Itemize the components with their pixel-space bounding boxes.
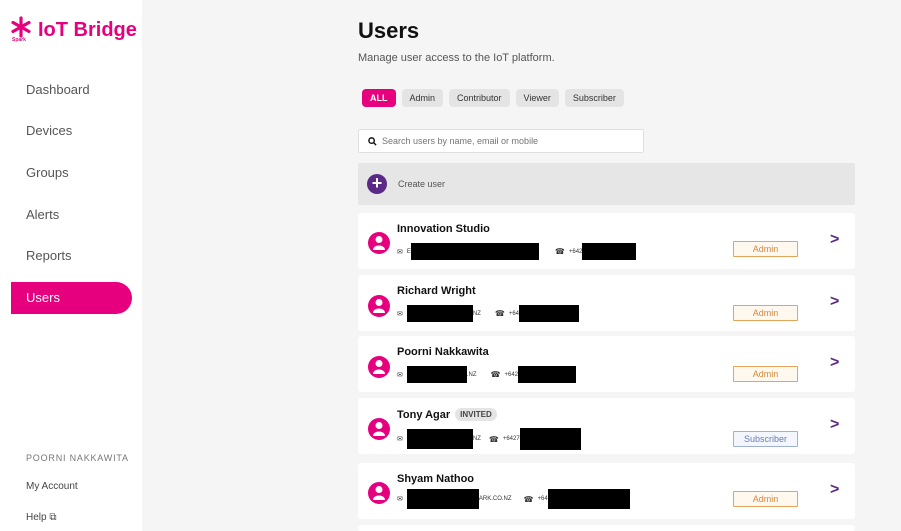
filter-subscriber[interactable]: Subscriber xyxy=(564,89,624,107)
filter-all[interactable]: ALL xyxy=(362,89,396,107)
search-icon xyxy=(368,136,377,146)
chevron-right-icon[interactable]: > xyxy=(830,354,839,372)
plus-icon: + xyxy=(367,174,387,194)
sidebar: Spark IoT Bridge Dashboard Devices Group… xyxy=(0,0,142,531)
spark-logo-icon: Spark xyxy=(10,16,34,46)
search-box xyxy=(358,129,644,153)
sidebar-item-devices[interactable]: Devices xyxy=(11,115,132,147)
sidebar-item-alerts[interactable]: Alerts xyxy=(11,199,132,231)
user-name: Tony Agar INVITED xyxy=(397,408,497,421)
user-card[interactable]: Poorni Nakkawita ✉ .NZ ☎ +642 Admin > xyxy=(358,336,855,392)
sidebar-item-users[interactable]: Users xyxy=(11,282,132,314)
redacted-phone xyxy=(519,305,580,322)
user-name: Shyam Nathoo xyxy=(397,473,475,485)
redacted-email xyxy=(406,305,473,322)
role-badge: Admin xyxy=(733,366,798,382)
user-avatar-icon xyxy=(368,295,390,317)
phone-icon: ☎ xyxy=(488,434,499,444)
chevron-right-icon[interactable]: > xyxy=(830,416,839,434)
page-subtitle: Manage user access to the IoT platform. xyxy=(358,52,555,64)
create-user-label: Create user xyxy=(398,179,446,189)
user-avatar-icon xyxy=(368,418,390,440)
sidebar-item-groups[interactable]: Groups xyxy=(11,157,132,189)
phone-icon: ☎ xyxy=(523,494,534,504)
phone-icon: ☎ xyxy=(554,247,565,256)
redacted-phone xyxy=(519,428,581,450)
my-account-link[interactable]: My Account xyxy=(26,481,78,492)
mail-icon: ✉ xyxy=(397,248,403,256)
user-phone-prefix: +642 xyxy=(568,248,583,255)
user-phone-prefix: +6427 xyxy=(502,436,520,442)
filter-viewer[interactable]: Viewer xyxy=(515,89,559,107)
redacted-phone xyxy=(547,489,630,509)
role-badge: Subscriber xyxy=(733,431,798,447)
user-contact: ✉ .NZ ☎ +642 xyxy=(397,366,577,383)
user-phone-prefix: +642 xyxy=(504,371,519,378)
user-avatar-icon xyxy=(368,356,390,378)
app-title: IoT Bridge xyxy=(38,19,137,41)
chevron-right-icon[interactable]: > xyxy=(830,481,839,499)
user-card[interactable] xyxy=(358,525,855,531)
redacted-phone xyxy=(582,243,637,260)
user-avatar-icon xyxy=(368,482,390,504)
create-user-button[interactable]: + Create user xyxy=(358,163,855,205)
redacted-email xyxy=(406,429,473,449)
user-email-suffix: .NZ xyxy=(466,371,477,378)
help-link[interactable]: Help ⧉ xyxy=(26,512,57,523)
chevron-right-icon[interactable]: > xyxy=(830,231,839,249)
sidebar-item-dashboard[interactable]: Dashboard xyxy=(11,74,132,106)
user-card[interactable]: Richard Wright ✉ NZ ☎ +64 Admin > xyxy=(358,275,855,331)
user-email-suffix: NZ xyxy=(472,310,481,317)
user-email-suffix: NZ xyxy=(472,436,481,442)
user-name: Innovation Studio xyxy=(397,223,490,235)
user-avatar-icon xyxy=(368,232,390,254)
mail-icon: ✉ xyxy=(397,310,403,318)
page-title: Users xyxy=(358,18,420,43)
user-card[interactable]: Tony Agar INVITED ✉ NZ ☎ +6427 Subscribe… xyxy=(358,398,855,454)
user-card[interactable]: Innovation Studio ✉ E ☎ +642 Admin > xyxy=(358,213,855,269)
user-email-suffix: ARK.CO.NZ xyxy=(478,496,512,502)
role-badge: Admin xyxy=(733,305,798,321)
redacted-email xyxy=(406,489,479,509)
user-phone-prefix: +64 xyxy=(508,310,520,317)
logo-sub: Spark xyxy=(12,37,26,43)
redacted-email xyxy=(406,366,467,383)
role-badge: Admin xyxy=(733,491,798,507)
logo[interactable]: Spark IoT Bridge xyxy=(10,16,137,46)
role-badge: Admin xyxy=(733,241,798,257)
user-name: Richard Wright xyxy=(397,285,476,297)
invited-badge: INVITED xyxy=(455,408,497,421)
current-user: POORNI NAKKAWITA xyxy=(26,448,129,466)
user-contact: ✉ NZ ☎ +6427 xyxy=(397,428,581,450)
phone-icon: ☎ xyxy=(490,370,501,379)
user-contact: ✉ NZ ☎ +64 xyxy=(397,305,580,322)
phone-icon: ☎ xyxy=(494,309,505,318)
mail-icon: ✉ xyxy=(397,436,403,443)
mail-icon: ✉ xyxy=(397,496,403,503)
redacted-phone xyxy=(518,366,577,383)
filter-contributor[interactable]: Contributor xyxy=(449,89,510,107)
user-contact: ✉ ARK.CO.NZ ☎ +64 xyxy=(397,489,630,509)
current-user-name: POORNI NAKKAWITA xyxy=(26,453,129,463)
search-input[interactable] xyxy=(382,136,632,146)
user-phone-prefix: +64 xyxy=(537,496,548,502)
user-card[interactable]: Shyam Nathoo ✉ ARK.CO.NZ ☎ +64 Admin > xyxy=(358,463,855,519)
user-name: Poorni Nakkawita xyxy=(397,346,489,358)
chevron-right-icon[interactable]: > xyxy=(830,293,839,311)
role-filters: ALL Admin Contributor Viewer Subscriber xyxy=(362,89,624,107)
redacted-email xyxy=(410,243,539,260)
filter-admin[interactable]: Admin xyxy=(401,89,444,107)
user-contact: ✉ E ☎ +642 xyxy=(397,243,637,260)
mail-icon: ✉ xyxy=(397,371,403,379)
sidebar-item-reports[interactable]: Reports xyxy=(11,240,132,272)
